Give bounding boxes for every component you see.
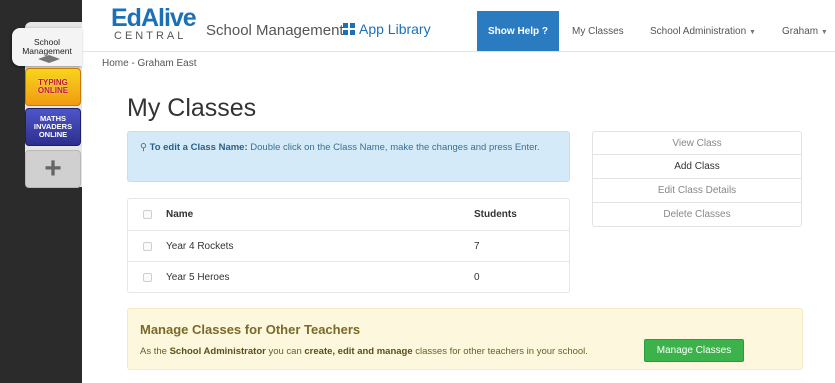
dock-app-maths-logo: MATHS INVADERS ONLINE [33, 114, 73, 139]
show-help-button[interactable]: Show Help ? [477, 11, 559, 51]
dock-app-typing-logo: TYPING ONLINE [37, 78, 69, 95]
caret-down-icon: ▼ [748, 29, 756, 36]
delete-classes-button[interactable]: Delete Classes [592, 203, 802, 227]
logo-sub-text: CENTRAL [114, 30, 187, 42]
edalive-logo[interactable]: EdAlive CENTRAL [111, 4, 197, 42]
logo-main-text: EdAlive [111, 4, 197, 32]
manage-text-actions: create, edit and manage [304, 346, 413, 357]
table-row[interactable]: Year 5 Heroes 0 [128, 261, 569, 292]
manage-text-3: you can [265, 346, 305, 357]
dock-app-school-management[interactable]: School Management [12, 28, 82, 66]
user-name: Graham [782, 26, 819, 37]
dock-add-app-button[interactable]: + [25, 150, 81, 188]
add-class-button[interactable]: Add Class [592, 155, 802, 179]
nav-school-administration-label: School Administration [650, 26, 747, 37]
manage-panel-title: Manage Classes for Other Teachers [140, 322, 361, 337]
app-dock: School Management TYPING ONLINE MATHS IN… [0, 0, 82, 383]
dock-app-school-label: School Management [22, 37, 72, 56]
page-title: My Classes [127, 94, 257, 122]
app-name: School Management [206, 22, 344, 39]
class-name[interactable]: Year 5 Heroes [166, 272, 474, 283]
grid-icon [343, 23, 355, 35]
manage-classes-button[interactable]: Manage Classes [644, 339, 744, 362]
manage-other-teachers-panel: Manage Classes for Other Teachers As the… [127, 308, 803, 370]
manage-text-role: School Administrator [169, 346, 266, 357]
caret-down-icon: ▼ [820, 29, 828, 36]
class-actions: View Class Add Class Edit Class Details … [592, 131, 802, 227]
tip-bold-text: To edit a Class Name: [149, 142, 248, 153]
edit-class-details-button[interactable]: Edit Class Details [592, 179, 802, 203]
table-row[interactable]: Year 4 Rockets 7 [128, 230, 569, 261]
classes-table: Name Students Year 4 Rockets 7 Year 5 He… [127, 198, 570, 293]
select-all-checkbox[interactable] [142, 210, 152, 219]
manage-panel-text: As the School Administrator you can crea… [140, 346, 588, 357]
lightbulb-icon: ⚲ [140, 142, 147, 153]
class-name[interactable]: Year 4 Rockets [166, 241, 474, 252]
student-count: 7 [474, 240, 480, 252]
tip-text: Double click on the Class Name, make the… [247, 142, 540, 153]
dock-app-typing-online[interactable]: TYPING ONLINE [25, 68, 81, 106]
nav-user-menu[interactable]: Graham ▼ [782, 26, 828, 37]
manage-text-1: As the [140, 346, 170, 357]
nav-my-classes[interactable]: My Classes [572, 26, 624, 37]
student-count: 0 [474, 271, 480, 283]
manage-text-5: classes for other teachers in your schoo… [412, 346, 588, 357]
graduation-cap-icon [38, 55, 60, 63]
breadcrumb[interactable]: Home - Graham East [102, 58, 196, 69]
nav-school-administration[interactable]: School Administration ▼ [650, 26, 756, 37]
view-class-button[interactable]: View Class [592, 131, 802, 155]
column-header-name[interactable]: Name [166, 209, 474, 220]
row-checkbox[interactable] [142, 241, 152, 251]
dock-app-maths-invaders[interactable]: MATHS INVADERS ONLINE [25, 108, 81, 146]
app-library-label: App Library [359, 21, 431, 37]
plus-icon: + [44, 152, 62, 185]
edit-class-name-tip: ⚲ To edit a Class Name: Double click on … [127, 131, 570, 182]
table-header-row: Name Students [128, 199, 569, 230]
app-library-link[interactable]: App Library [343, 21, 431, 37]
row-checkbox[interactable] [142, 272, 152, 282]
column-header-students[interactable]: Students [474, 209, 569, 220]
header-divider [82, 51, 835, 52]
